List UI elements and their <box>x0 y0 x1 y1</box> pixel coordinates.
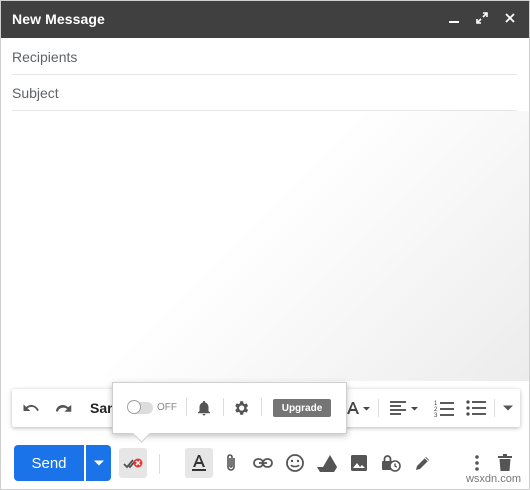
more-formatting-icon[interactable] <box>498 389 518 427</box>
insert-link-icon[interactable] <box>249 448 277 478</box>
tracking-popup: OFF Upgrade <box>112 382 347 443</box>
email-tracker-icon[interactable] <box>119 448 147 478</box>
subject-field[interactable]: Subject <box>12 75 517 111</box>
popup-divider <box>223 398 224 416</box>
numbered-list-icon[interactable]: 123 <box>430 389 458 427</box>
attach-file-icon[interactable] <box>217 448 245 478</box>
align-dropdown[interactable] <box>386 389 422 427</box>
toggle-knob <box>127 400 141 414</box>
popup-divider <box>261 398 262 416</box>
message-body[interactable] <box>1 111 529 381</box>
redo-icon[interactable] <box>50 389 76 427</box>
watermark: wsxdn.com <box>465 473 521 485</box>
window-title: New Message <box>12 11 105 27</box>
svg-text:3: 3 <box>434 413 438 417</box>
undo-icon[interactable] <box>18 389 44 427</box>
gear-icon[interactable] <box>232 399 250 417</box>
close-icon[interactable] <box>501 9 519 27</box>
recipients-field[interactable]: Recipients <box>12 39 517 75</box>
send-button[interactable]: Send <box>14 445 84 481</box>
formatting-options-icon[interactable] <box>185 448 213 478</box>
bell-icon[interactable] <box>195 399 213 417</box>
signature-pen-icon[interactable] <box>409 448 437 478</box>
fullscreen-icon[interactable] <box>473 9 491 27</box>
toggle-state-label: OFF <box>157 402 177 413</box>
tracking-toggle[interactable] <box>127 400 153 414</box>
confidential-mode-icon[interactable] <box>377 448 405 478</box>
toolbar-divider <box>494 399 495 417</box>
emoji-icon[interactable] <box>281 448 309 478</box>
bottom-divider <box>159 454 160 474</box>
recipients-placeholder: Recipients <box>12 49 78 65</box>
toolbar-divider <box>378 399 379 417</box>
bulleted-list-icon[interactable] <box>462 389 490 427</box>
upgrade-button[interactable]: Upgrade <box>273 399 331 417</box>
minimize-icon[interactable] <box>445 9 463 27</box>
subject-placeholder: Subject <box>12 85 59 101</box>
insert-photo-icon[interactable] <box>345 448 373 478</box>
send-options-button[interactable] <box>86 445 111 481</box>
popup-divider <box>186 398 187 416</box>
compose-window: New Message Recipients Subject San 1 2 3… <box>0 0 530 490</box>
title-bar: New Message <box>1 1 529 38</box>
google-drive-icon[interactable] <box>313 448 341 478</box>
popup-arrow <box>132 424 151 443</box>
